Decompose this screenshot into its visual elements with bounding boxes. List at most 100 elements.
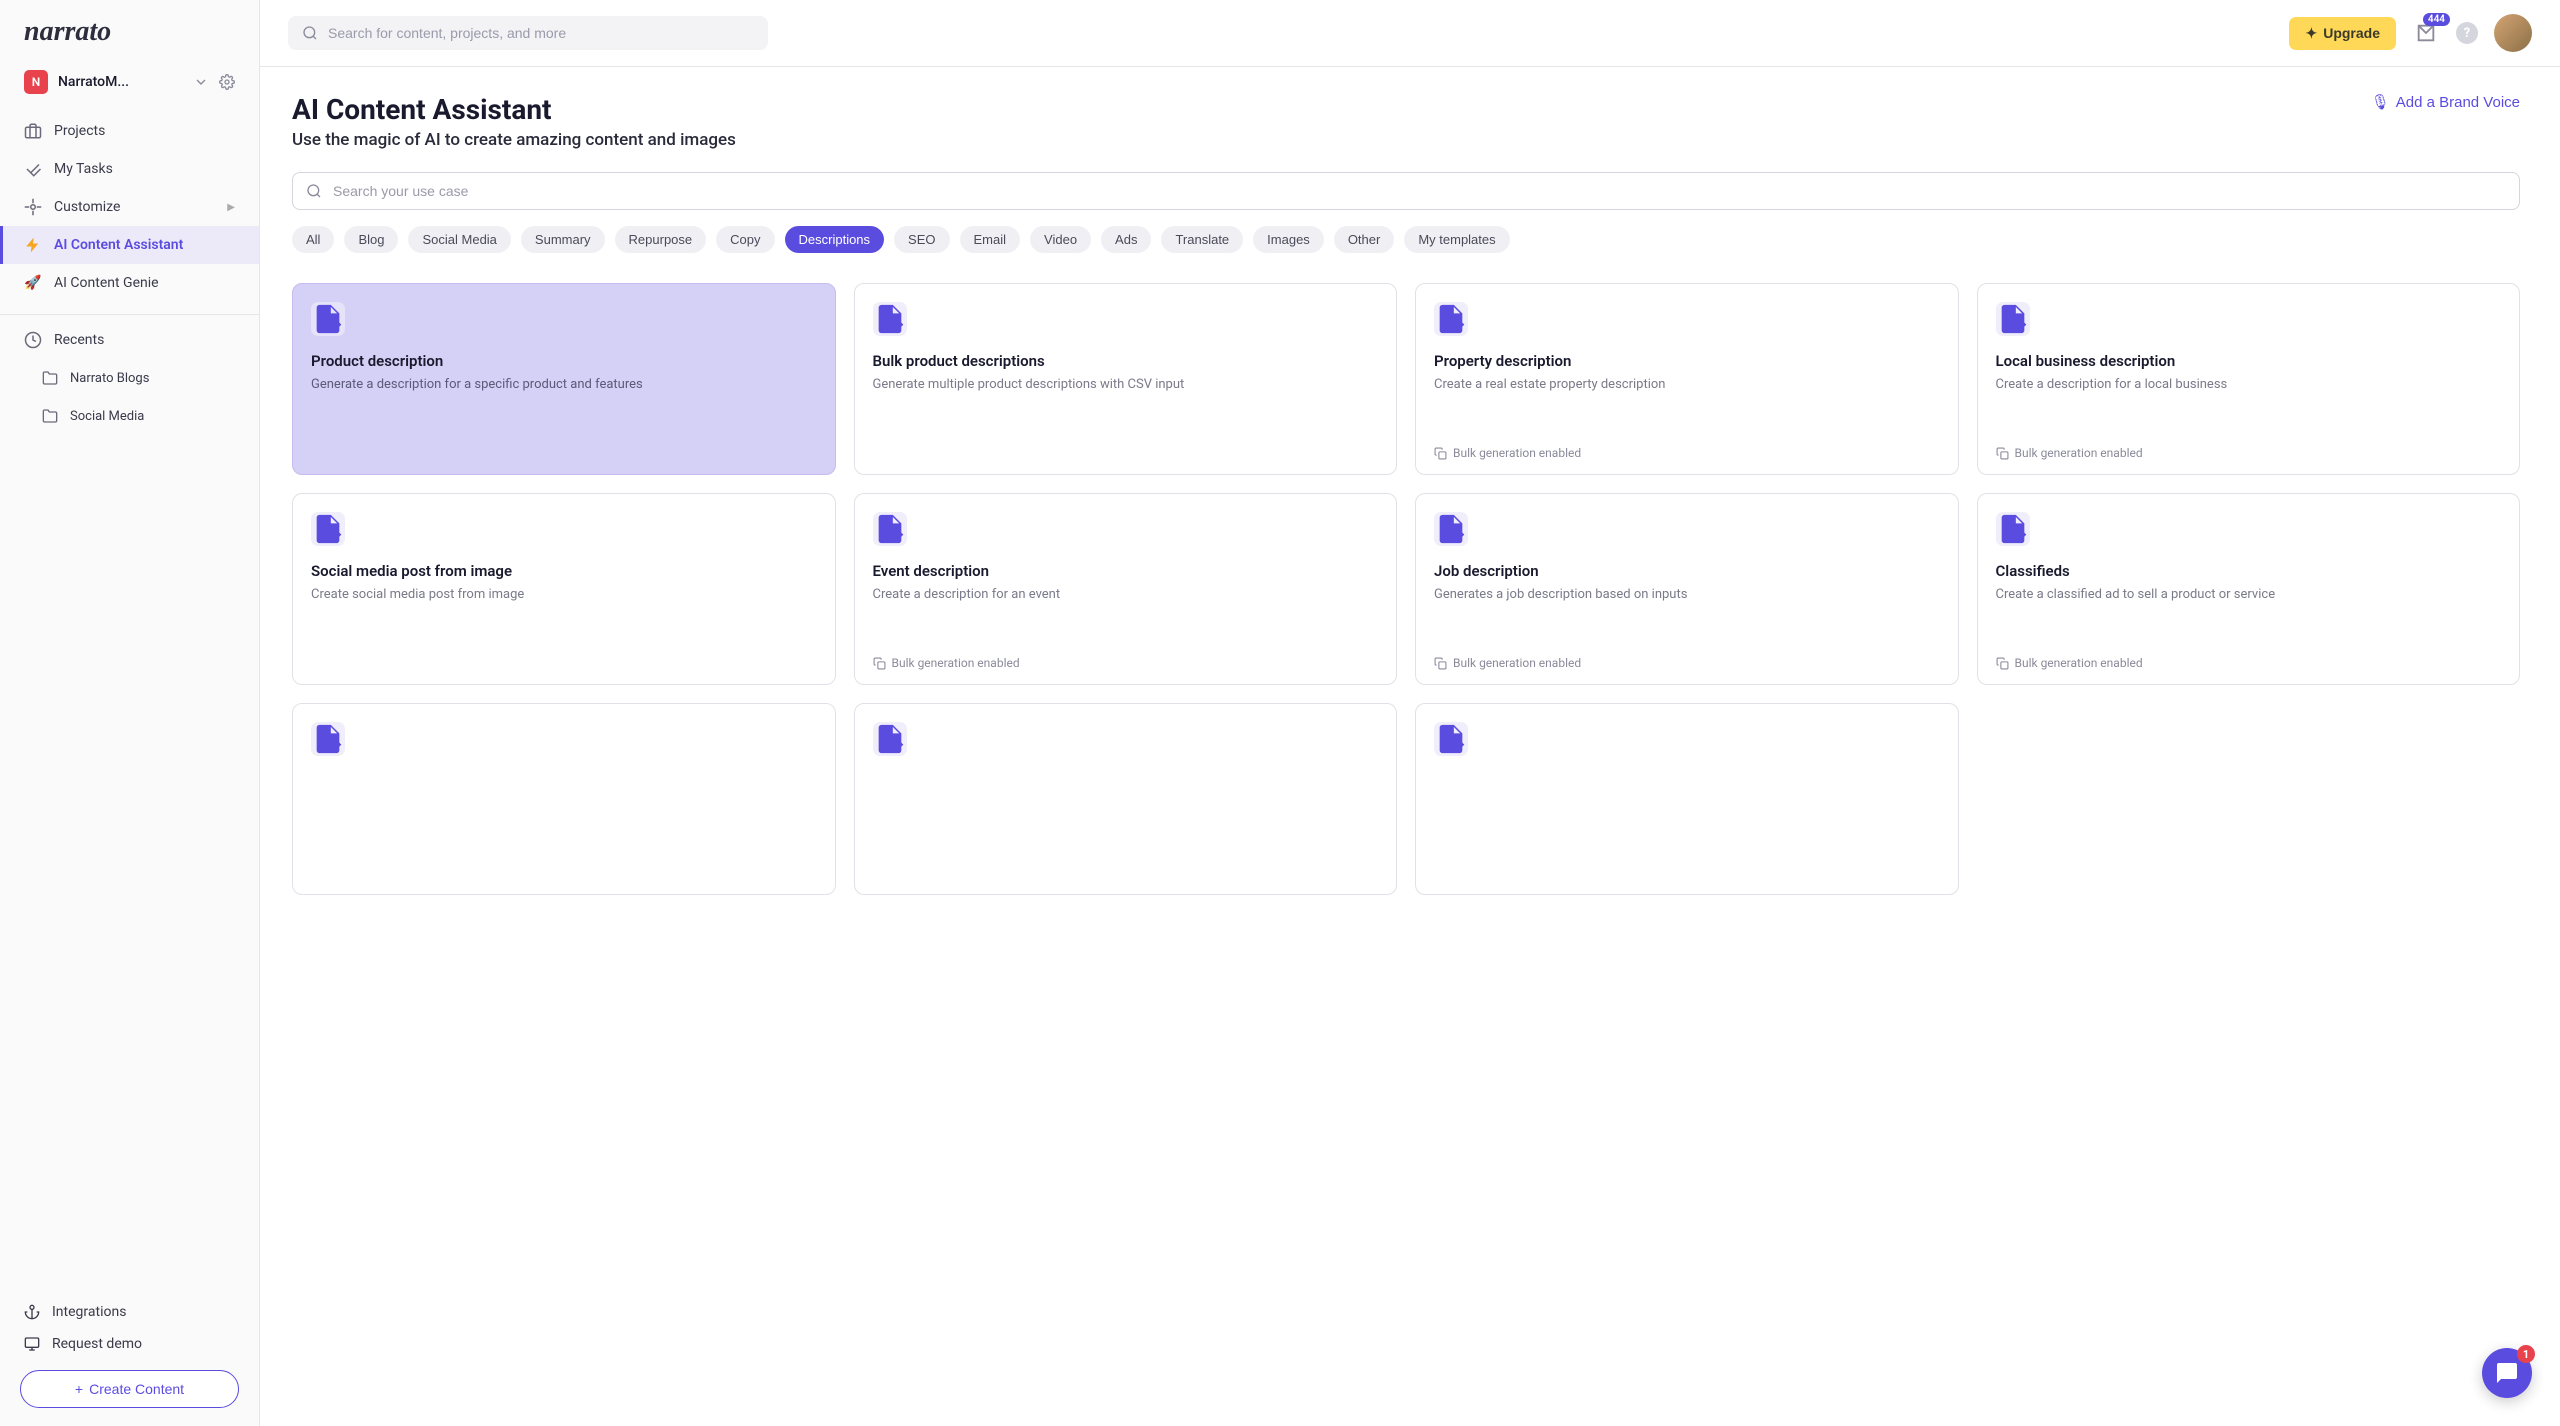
- page-header: AI Content Assistant Use the magic of AI…: [292, 93, 2520, 150]
- document-icon: [1434, 302, 1468, 336]
- search-icon: [302, 25, 318, 41]
- nav-label: Customize: [54, 199, 120, 215]
- briefcase-icon: [24, 122, 42, 140]
- template-card[interactable]: Social media post from imageCreate socia…: [292, 493, 836, 685]
- template-card[interactable]: [1415, 703, 1959, 895]
- card-title: Local business description: [1996, 352, 2502, 370]
- notifications-button[interactable]: 444: [2412, 19, 2440, 47]
- card-desc: Generate a description for a specific pr…: [311, 376, 817, 394]
- bulk-indicator: Bulk generation enabled: [1996, 656, 2502, 670]
- chip-seo[interactable]: SEO: [894, 226, 949, 253]
- card-desc: Generate multiple product descriptions w…: [873, 376, 1379, 394]
- template-card[interactable]: Product description Generate a descriptio…: [292, 283, 836, 475]
- topbar: ✦ Upgrade 444 ?: [260, 0, 2560, 67]
- template-card[interactable]: [854, 703, 1398, 895]
- nav-label: AI Content Assistant: [54, 237, 183, 253]
- chip-ads[interactable]: Ads: [1101, 226, 1151, 253]
- document-icon: [311, 722, 345, 756]
- sidebar-footer: Integrations Request demo + Create Conte…: [0, 1286, 259, 1426]
- help-button[interactable]: ?: [2456, 22, 2478, 44]
- nav-recent-item[interactable]: Social Media: [0, 397, 259, 435]
- card-desc: Create a description for an event: [873, 586, 1379, 604]
- chevron-down-icon[interactable]: [193, 74, 209, 90]
- chip-all[interactable]: All: [292, 226, 334, 253]
- create-content-button[interactable]: + Create Content: [20, 1370, 239, 1408]
- nav-recent-item[interactable]: Narrato Blogs: [0, 359, 259, 397]
- nav-label: Narrato Blogs: [70, 371, 149, 386]
- card-title: Social media post from image: [311, 562, 817, 580]
- upgrade-button[interactable]: ✦ Upgrade: [2289, 17, 2396, 50]
- global-search-input[interactable]: [288, 16, 768, 50]
- nav-label: AI Content Genie: [54, 275, 159, 291]
- template-card[interactable]: Local business descriptionCreate a descr…: [1977, 283, 2521, 475]
- nav: Projects My Tasks Customize ▶ AI Content…: [0, 112, 259, 1286]
- card-title: Product description: [311, 352, 817, 370]
- chip-blog[interactable]: Blog: [344, 226, 398, 253]
- nav-ai-genie[interactable]: 🚀 AI Content Genie: [0, 264, 259, 302]
- card-title: Classifieds: [1996, 562, 2502, 580]
- template-card[interactable]: Bulk product descriptions Generate multip…: [854, 283, 1398, 475]
- card-desc: Create a classified ad to sell a product…: [1996, 586, 2502, 604]
- sparkle-icon: ✦: [2305, 25, 2317, 42]
- check-double-icon: [24, 160, 42, 178]
- chip-descriptions[interactable]: Descriptions: [785, 226, 885, 253]
- chip-copy[interactable]: Copy: [716, 226, 774, 253]
- chip-images[interactable]: Images: [1253, 226, 1324, 253]
- nav-label: Recents: [54, 332, 104, 348]
- page-subtitle: Use the magic of AI to create amazing co…: [292, 130, 736, 150]
- document-icon: [873, 512, 907, 546]
- nav-label: Projects: [54, 123, 105, 139]
- document-icon: [311, 302, 345, 336]
- mic-icon: 🎙: [2371, 93, 2390, 111]
- workspace-selector[interactable]: N NarratoM...: [0, 60, 259, 112]
- nav-demo[interactable]: Request demo: [20, 1328, 239, 1360]
- global-search: [288, 16, 768, 50]
- usecase-search-input[interactable]: [292, 172, 2520, 210]
- nav-ai-assistant[interactable]: AI Content Assistant: [0, 226, 259, 264]
- nav-integrations[interactable]: Integrations: [20, 1296, 239, 1328]
- bulk-indicator: Bulk generation enabled: [873, 656, 1379, 670]
- gear-icon: [24, 198, 42, 216]
- nav-label: My Tasks: [54, 161, 113, 177]
- nav-tasks[interactable]: My Tasks: [0, 150, 259, 188]
- chip-social-media[interactable]: Social Media: [408, 226, 510, 253]
- card-title: Event description: [873, 562, 1379, 580]
- card-title: Bulk product descriptions: [873, 352, 1379, 370]
- add-brand-voice-button[interactable]: 🎙 Add a Brand Voice: [2371, 93, 2520, 111]
- button-label: Add a Brand Voice: [2396, 94, 2520, 111]
- chip-other[interactable]: Other: [1334, 226, 1395, 253]
- document-icon: [311, 512, 345, 546]
- page-title: AI Content Assistant: [292, 93, 736, 126]
- plus-icon: +: [75, 1381, 83, 1397]
- avatar[interactable]: [2494, 14, 2532, 52]
- document-icon: [1996, 512, 2030, 546]
- nav-customize[interactable]: Customize ▶: [0, 188, 259, 226]
- template-card[interactable]: Classifieds Create a classified ad to sel…: [1977, 493, 2521, 685]
- chip-my-templates[interactable]: My templates: [1404, 226, 1509, 253]
- chip-video[interactable]: Video: [1030, 226, 1091, 253]
- chip-summary[interactable]: Summary: [521, 226, 605, 253]
- document-icon: [873, 302, 907, 336]
- usecase-search: [292, 172, 2520, 210]
- monitor-icon: [24, 1336, 40, 1352]
- nav-recents[interactable]: Recents: [0, 321, 259, 359]
- clock-icon: [24, 331, 42, 349]
- chip-translate[interactable]: Translate: [1161, 226, 1243, 253]
- document-icon: [1996, 302, 2030, 336]
- chip-email[interactable]: Email: [960, 226, 1021, 253]
- card-title: Property description: [1434, 352, 1940, 370]
- bulk-indicator: Bulk generation enabled: [1434, 446, 1940, 460]
- nav-label: Social Media: [70, 409, 144, 424]
- template-card[interactable]: [292, 703, 836, 895]
- template-card[interactable]: Property descriptionCreate a real estate…: [1415, 283, 1959, 475]
- logo: narrato: [0, 0, 259, 60]
- category-chips: All Blog Social Media Summary Repurpose Copy D…: [292, 226, 2520, 253]
- template-card[interactable]: Event description Create a description fo…: [854, 493, 1398, 685]
- nav-projects[interactable]: Projects: [0, 112, 259, 150]
- gear-icon[interactable]: [219, 74, 235, 90]
- chip-repurpose[interactable]: Repurpose: [615, 226, 707, 253]
- button-label: Create Content: [89, 1381, 184, 1397]
- chat-badge: 1: [2517, 1345, 2535, 1363]
- template-card[interactable]: Job descriptionGenerates a job descripti…: [1415, 493, 1959, 685]
- chat-button[interactable]: 1: [2482, 1348, 2532, 1398]
